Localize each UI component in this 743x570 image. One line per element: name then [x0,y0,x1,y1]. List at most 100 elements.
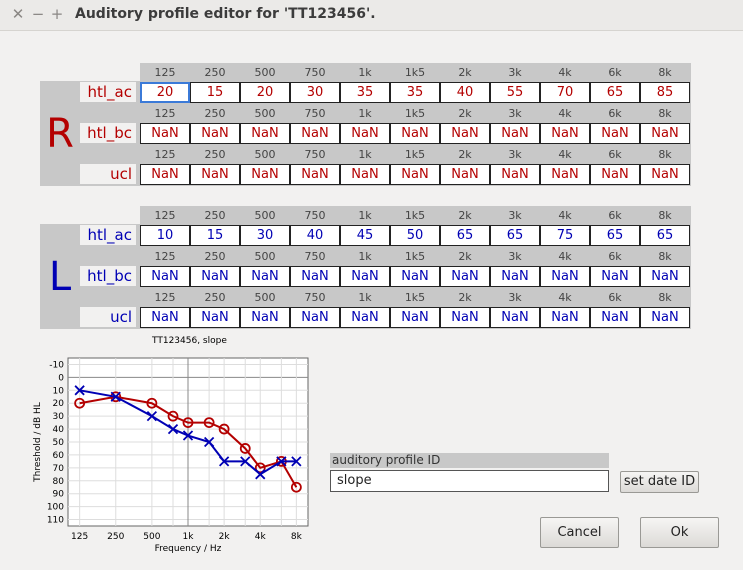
right-htl-bc-cell[interactable]: NaN [240,123,290,144]
frequency-header: 750 [304,291,326,304]
left-htl-ac-cell[interactable]: 75 [540,225,590,246]
frequency-header: 8k [658,209,672,222]
x-tick-label: 1k [183,532,195,542]
left-htl-bc-cell[interactable]: NaN [540,266,590,287]
left-htl-ac-cell[interactable]: 15 [190,225,240,246]
right-htl-bc-cell[interactable]: NaN [490,123,540,144]
right-htl-ac-cell[interactable]: 35 [340,82,390,103]
left-htl-ac-cell[interactable]: 45 [340,225,390,246]
left-htl-bc-cell[interactable]: NaN [290,266,340,287]
maximize-window-icon[interactable]: + [49,6,65,22]
frequency-header: 750 [304,148,326,161]
right-htl-ac-cell[interactable]: 20 [240,82,290,103]
right-ucl-cell[interactable]: NaN [390,164,440,185]
y-tick-label: 10 [53,386,65,396]
right-ucl-cell[interactable]: NaN [490,164,540,185]
left-ear-letter: L [48,254,72,300]
frequency-header: 125 [154,209,176,222]
left-htl-bc-cell[interactable]: NaN [590,266,640,287]
left-htl-bc-cell[interactable]: NaN [140,266,190,287]
right-htl-ac-cell[interactable]: 35 [390,82,440,103]
minimize-window-icon[interactable]: − [30,6,46,22]
frequency-header: 4k [558,148,572,161]
frequency-header: 250 [204,209,226,222]
right-ucl-cell[interactable]: NaN [340,164,390,185]
right-htl-ac-cell[interactable]: 65 [590,82,640,103]
right-ucl-cell[interactable]: NaN [240,164,290,185]
right-htl-bc-cell[interactable]: NaN [540,123,590,144]
set-date-id-button[interactable]: set date ID [620,471,699,493]
right-htl-ac-cell[interactable]: 85 [640,82,690,103]
frequency-header: 4k [558,250,572,263]
left-htl-bc-cell[interactable]: NaN [190,266,240,287]
right-htl-ac-cell[interactable]: 55 [490,82,540,103]
right-htl-ac-cell[interactable]: 20 [140,82,190,103]
x-axis-label: Frequency / Hz [155,544,222,554]
left-htl-ac-cell[interactable]: 10 [140,225,190,246]
right-ucl-cell[interactable]: NaN [190,164,240,185]
frequency-header: 125 [154,66,176,79]
frequency-header: 6k [608,66,622,79]
left-ucl-cell[interactable]: NaN [540,307,590,328]
right-ucl-cell[interactable]: NaN [290,164,340,185]
right-htl-bc-cell[interactable]: NaN [340,123,390,144]
left-htl-bc-cell[interactable]: NaN [390,266,440,287]
frequency-header: 8k [658,107,672,120]
y-tick-label: 30 [53,412,65,422]
right-htl-bc-cell[interactable]: NaN [440,123,490,144]
right-ucl-cell[interactable]: NaN [640,164,690,185]
left-htl-bc-cell[interactable]: NaN [340,266,390,287]
left-htl-ac-cell[interactable]: 40 [290,225,340,246]
frequency-header: 8k [658,66,672,79]
left-ucl-cell[interactable]: NaN [590,307,640,328]
left-htl-bc-cell[interactable]: NaN [640,266,690,287]
close-window-icon[interactable]: ✕ [10,6,26,22]
left-ucl-cell[interactable]: NaN [240,307,290,328]
right-htl-ac-cell[interactable]: 40 [440,82,490,103]
right-htl-bc-cell[interactable]: NaN [390,123,440,144]
left-ucl-cell[interactable]: NaN [490,307,540,328]
left-ucl-cell[interactable]: NaN [290,307,340,328]
frequency-header: 125 [154,107,176,120]
left-htl-ac-cell[interactable]: 65 [440,225,490,246]
right-htl-ac-cell[interactable]: 70 [540,82,590,103]
left-htl-bc-cell[interactable]: NaN [240,266,290,287]
left-htl-ac-cell[interactable]: 65 [490,225,540,246]
frequency-header: 6k [608,209,622,222]
frequency-header: 3k [508,250,522,263]
left-htl-ac-cell[interactable]: 65 [590,225,640,246]
right-ucl-cell[interactable]: NaN [140,164,190,185]
left-ucl-cell[interactable]: NaN [390,307,440,328]
frequency-header: 250 [204,107,226,120]
left-htl-ac-cell[interactable]: 65 [640,225,690,246]
y-axis-label: Threshold / dB HL [33,402,43,483]
right-ucl-cell[interactable]: NaN [540,164,590,185]
left-ucl-cell[interactable]: NaN [640,307,690,328]
x-tick-label: 125 [71,532,88,542]
cancel-button[interactable]: Cancel [540,517,619,548]
right-htl-bc-cell[interactable]: NaN [140,123,190,144]
left-htl-bc-cell[interactable]: NaN [490,266,540,287]
left-htl-ac-cell[interactable]: 50 [390,225,440,246]
left-ucl-cell[interactable]: NaN [190,307,240,328]
right-ucl-cell[interactable]: NaN [590,164,640,185]
title-bar: ✕ − + Auditory profile editor for 'TT123… [0,0,743,31]
right-htl-ac-cell[interactable]: 30 [290,82,340,103]
right-htl-bc-cell[interactable]: NaN [590,123,640,144]
left-htl-bc-cell[interactable]: NaN [440,266,490,287]
left-ucl-cell[interactable]: NaN [140,307,190,328]
profile-id-input[interactable]: slope [330,470,609,492]
left-ucl-cell[interactable]: NaN [340,307,390,328]
right-htl-bc-cell[interactable]: NaN [190,123,240,144]
right-row-label-htl-bc: htl_bc [80,123,136,143]
right-htl-bc-cell[interactable]: NaN [290,123,340,144]
left-htl-ac-cell[interactable]: 30 [240,225,290,246]
ok-button[interactable]: Ok [640,517,719,548]
right-ucl-cell[interactable]: NaN [440,164,490,185]
right-htl-bc-cell[interactable]: NaN [640,123,690,144]
frequency-header: 1k5 [404,209,426,222]
frequency-header: 250 [204,250,226,263]
left-ucl-cell[interactable]: NaN [440,307,490,328]
right-htl-ac-cell[interactable]: 15 [190,82,240,103]
right-row-label-htl-ac: htl_ac [80,82,136,102]
